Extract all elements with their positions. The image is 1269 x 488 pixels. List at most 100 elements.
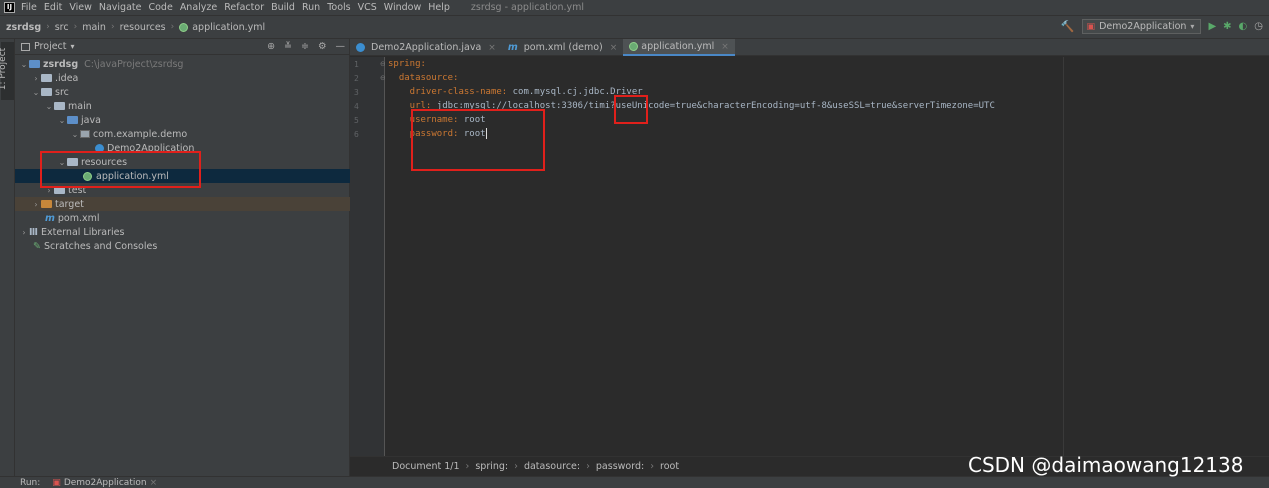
menu-view[interactable]: View [69, 2, 92, 13]
yaml-key: datasource: [388, 73, 459, 83]
expand-all-icon[interactable]: ≚ [284, 41, 292, 52]
build-hammer-icon[interactable]: 🔨 [1061, 20, 1075, 33]
tree-item-idea[interactable]: › .idea [15, 71, 350, 85]
chevron-down-icon[interactable]: ▾ [71, 42, 75, 51]
chevron-right-icon[interactable]: › [31, 74, 41, 83]
close-icon[interactable]: × [610, 43, 618, 53]
tree-item-scratches[interactable]: ✎ Scratches and Consoles [15, 239, 350, 253]
menu-file[interactable]: File [21, 2, 37, 13]
tab-application-yml[interactable]: application.yml × [623, 39, 735, 56]
run-toolbar: 🔨 ▣ Demo2Application ▾ ▶ ✱ ◐ ◷ [1061, 19, 1263, 34]
annotation-box-resources [40, 151, 201, 188]
menu-tools[interactable]: Tools [327, 2, 350, 13]
debug-icon[interactable]: ✱ [1223, 21, 1231, 32]
annotation-box-db-name [614, 95, 648, 124]
run-config-selector[interactable]: ▣ Demo2Application ▾ [1081, 19, 1202, 34]
yml-file-icon [629, 42, 639, 51]
tree-item-src[interactable]: ⌄ src [15, 85, 350, 99]
chevron-right-icon: › [650, 461, 655, 472]
close-icon[interactable]: × [488, 43, 496, 53]
menu-run[interactable]: Run [302, 2, 320, 13]
tree-item-path: C:\javaProject\zsrdsg [84, 58, 184, 70]
annotation-box-credentials [411, 109, 545, 171]
menu-edit[interactable]: Edit [44, 2, 62, 13]
code-line: datasource: [388, 71, 459, 85]
chevron-down-icon[interactable]: ⌄ [31, 88, 41, 97]
tree-item-main[interactable]: ⌄ main [15, 99, 350, 113]
tree-item-project-root[interactable]: ⌄ zsrdsg C:\javaProject\zsrdsg [15, 57, 350, 71]
crumb-main[interactable]: main [82, 22, 106, 33]
menu-code[interactable]: Code [148, 2, 172, 13]
menu-window[interactable]: Window [384, 2, 421, 13]
breadcrumb-password[interactable]: password: [596, 461, 644, 472]
tree-item-label: pom.xml [57, 212, 100, 224]
scratches-icon: ✎ [33, 240, 41, 252]
run-tab[interactable]: ▣ Demo2Application × [52, 478, 157, 488]
excluded-folder-icon [41, 200, 52, 208]
chevron-down-icon[interactable]: ⌄ [19, 60, 29, 69]
hide-icon[interactable]: — [336, 41, 346, 52]
chevron-right-icon[interactable]: › [31, 200, 41, 209]
tree-item-label: zsrdsg [43, 58, 79, 70]
chevron-down-icon[interactable]: ⌄ [57, 116, 67, 125]
breadcrumb-spring[interactable]: spring: [475, 461, 508, 472]
tree-item-pom[interactable]: m pom.xml [15, 211, 350, 225]
document-indicator: Document 1/1 [392, 461, 460, 472]
line-number: 2 [354, 74, 359, 83]
locate-icon[interactable]: ⊕ [267, 41, 275, 52]
chevron-right-icon[interactable]: › [19, 228, 29, 237]
tab-pom-xml[interactable]: m pom.xml (demo) × [502, 39, 623, 56]
run-tab-label: Demo2Application [63, 477, 147, 488]
gear-icon[interactable]: ⚙ [318, 41, 327, 52]
menu-help[interactable]: Help [428, 2, 450, 13]
library-icon: Ⅲ [29, 226, 38, 238]
intellij-logo-icon: IJ [4, 2, 15, 13]
chevron-right-icon: › [465, 461, 470, 472]
line-number-gutter: 1 2 3 4 5 6 ⊖ ⊖ [350, 57, 386, 456]
project-tool-tab[interactable]: 1: Project [0, 42, 14, 100]
menu-build[interactable]: Build [271, 2, 295, 13]
menu-bar: IJ File Edit View Navigate Code Analyze … [0, 0, 1269, 15]
menu-refactor[interactable]: Refactor [224, 2, 264, 13]
tree-item-label: java [81, 114, 101, 126]
tree-item-label: External Libraries [40, 226, 125, 238]
run-icon[interactable]: ▶ [1208, 21, 1216, 32]
left-tool-strip: 1: Project [0, 39, 15, 476]
crumb-resources[interactable]: resources [120, 22, 166, 33]
yaml-key: spring: [388, 59, 426, 69]
menu-navigate[interactable]: Navigate [99, 2, 142, 13]
yml-file-icon [179, 22, 189, 32]
project-view-selector[interactable]: Project [34, 41, 67, 52]
module-folder-icon [29, 60, 40, 68]
tree-item-label: src [55, 86, 69, 98]
tree-item-package[interactable]: ⌄ com.example.demo [15, 127, 350, 141]
code-line: driver-class-name: com.mysql.cj.jdbc.Dri… [388, 85, 643, 99]
menu-analyze[interactable]: Analyze [180, 2, 217, 13]
coverage-icon[interactable]: ◐ [1239, 21, 1248, 32]
close-icon[interactable]: × [150, 478, 158, 488]
crumb-project[interactable]: zsrdsg [6, 22, 41, 33]
line-number: 6 [354, 130, 359, 139]
tree-item-target[interactable]: › target [15, 197, 350, 211]
chevron-right-icon: › [110, 22, 115, 32]
maven-icon: m [45, 212, 55, 224]
chevron-down-icon: ▾ [1190, 22, 1195, 31]
right-margin-guide [1063, 57, 1064, 456]
close-icon[interactable]: × [721, 42, 729, 52]
class-icon [356, 43, 365, 52]
breadcrumb-root[interactable]: root [660, 461, 679, 472]
breadcrumb-datasource[interactable]: datasource: [524, 461, 580, 472]
profile-icon[interactable]: ◷ [1254, 21, 1263, 32]
chevron-down-icon[interactable]: ⌄ [44, 102, 54, 111]
tree-item-external-libraries[interactable]: › Ⅲ External Libraries [15, 225, 350, 239]
tab-demo2application-java[interactable]: Demo2Application.java × [350, 39, 502, 56]
csdn-watermark: CSDN @daimaowang12138 [968, 453, 1244, 477]
tree-item-java[interactable]: ⌄ java [15, 113, 350, 127]
crumb-src[interactable]: src [55, 22, 69, 33]
editor-tab-bar: Demo2Application.java × m pom.xml (demo)… [350, 39, 1269, 56]
tab-label: Demo2Application.java [371, 42, 482, 53]
chevron-down-icon[interactable]: ⌄ [70, 130, 80, 139]
collapse-all-icon[interactable]: ≑ [301, 41, 309, 52]
crumb-file[interactable]: application.yml [192, 22, 265, 33]
menu-vcs[interactable]: VCS [358, 2, 377, 13]
